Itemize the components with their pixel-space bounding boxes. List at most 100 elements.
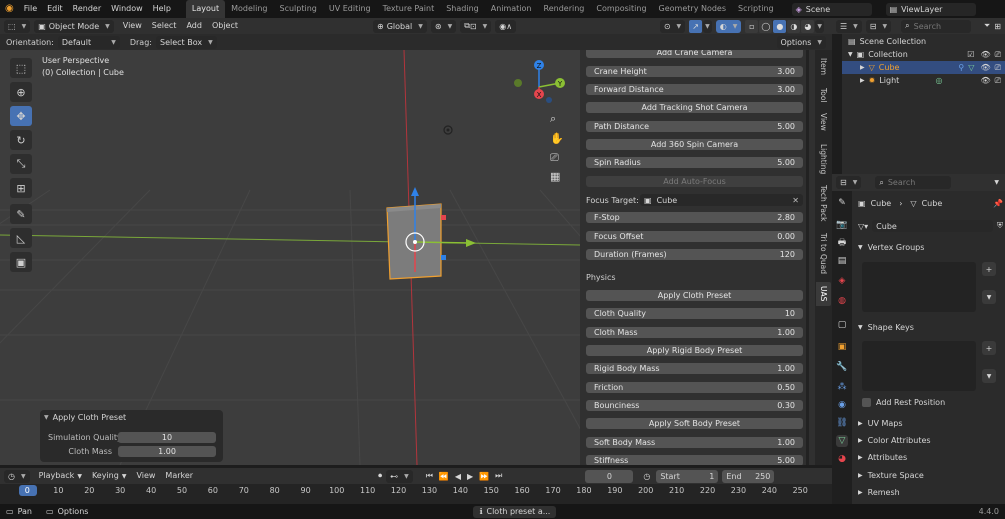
sidebar-tab-view[interactable]: View <box>816 110 831 134</box>
shading-material[interactable]: ◑ <box>787 19 801 33</box>
viewport-menu-select[interactable]: Select <box>147 17 182 35</box>
workspace-tab-shading[interactable]: Shading <box>440 0 485 18</box>
attributes-panel-header[interactable]: ▶ Attributes <box>858 450 1003 464</box>
add-tracking-shot-camera-button[interactable]: Add Tracking Shot Camera <box>586 102 803 113</box>
properties-editor-type[interactable]: ⊟ ▼ <box>836 176 862 189</box>
render-properties-icon[interactable]: 📷 <box>836 219 848 231</box>
gizmo-neg-y-axis[interactable] <box>514 79 522 87</box>
bounciness-field[interactable]: Bounciness 0.30 <box>586 400 803 411</box>
add-vertex-group-button[interactable]: + <box>982 262 996 276</box>
world-properties-icon[interactable]: ◍ <box>836 295 848 307</box>
gizmo-neg-z-axis[interactable] <box>546 97 552 103</box>
collection-visibility-icon[interactable]: 👁 <box>980 50 990 59</box>
keying-set-selector[interactable]: ⊷ ▼ <box>386 469 413 483</box>
scene-properties-icon[interactable]: ◈ <box>836 275 848 287</box>
vertex-groups-list[interactable] <box>862 262 976 312</box>
timeline-menu-keying[interactable]: Keying ▼ <box>87 467 132 486</box>
annotate-tool-icon[interactable]: ✎ <box>10 204 32 224</box>
constraints-properties-icon[interactable]: ⛓ <box>836 417 848 429</box>
timeline-menu-view[interactable]: View <box>131 467 160 485</box>
collection-render-icon[interactable]: ⎚ <box>995 50 1001 60</box>
light-object[interactable] <box>443 125 453 135</box>
texture-space-panel-header[interactable]: ▶ Texture Space <box>858 468 1003 482</box>
collection-properties-icon[interactable]: ▢ <box>836 319 848 331</box>
perspective-toggle-icon[interactable]: ▦ <box>550 170 560 183</box>
blender-logo-icon[interactable]: ◉ <box>0 0 19 18</box>
jump-keyframe-back-icon[interactable]: ⏪ <box>439 472 449 481</box>
new-collection-icon[interactable]: ⊞ <box>994 22 1001 31</box>
add-360-spin-camera-button[interactable]: Add 360 Spin Camera <box>586 139 803 150</box>
forward-distance-field[interactable]: Forward Distance 3.00 <box>586 84 803 95</box>
outliner-search[interactable]: ⌕ Search <box>901 19 972 33</box>
view-layer-selector[interactable]: ▤ ViewLayer <box>885 2 976 16</box>
options-dropdown[interactable]: Options ▼ <box>776 35 826 49</box>
collection-checkbox-icon[interactable]: ☑ <box>967 50 974 59</box>
cursor-tool-icon[interactable]: ⊕ <box>10 82 32 102</box>
mesh-datablock-selector[interactable]: ▽▾ <box>858 222 868 231</box>
workspace-tab-uv-editing[interactable]: UV Editing <box>323 0 377 18</box>
color-attributes-panel-header[interactable]: ▶ Color Attributes <box>858 433 1003 447</box>
add-cube-tool-icon[interactable]: ▣ <box>10 252 32 272</box>
vertex-groups-panel-header[interactable]: ▼ Vertex Groups <box>858 240 1003 254</box>
outliner-display-mode[interactable]: ⊟ ▼ <box>865 19 892 33</box>
menu-help[interactable]: Help <box>148 0 176 18</box>
filter-icon[interactable]: ⏷ <box>984 21 990 31</box>
workspace-tab-texture-paint[interactable]: Texture Paint <box>377 0 441 18</box>
shading-wireframe[interactable]: ◯ <box>759 19 773 33</box>
mesh-data-properties-icon[interactable]: ▽ <box>836 435 848 447</box>
focus-target-field[interactable]: ▣ Cube ✕ <box>640 194 803 206</box>
outliner-row-light[interactable]: ▶ ✹ Light ◎ 👁 ⎚ <box>842 74 1005 87</box>
cube-visibility-icon[interactable]: 👁 <box>980 63 990 72</box>
gizmo-dropdown[interactable]: ▼ <box>703 19 712 33</box>
shape-key-menu-button[interactable]: ▼ <box>982 369 996 383</box>
transform-orientation-selector[interactable]: ⊕ Global ▼ <box>373 19 427 33</box>
apply-soft-body-preset-button[interactable]: Apply Soft Body Preset <box>586 418 803 429</box>
status-report[interactable]: ℹ Cloth preset a... <box>473 505 557 518</box>
transform-tool-icon[interactable]: ⊞ <box>10 178 32 198</box>
mode-selector[interactable]: ▣ Object Mode ▼ <box>34 19 114 33</box>
outliner-row-collection[interactable]: ▼ ▣ Collection ☑ 👁 ⎚ <box>842 48 1005 61</box>
3d-viewport[interactable]: User Perspective (0) Collection | Cube ⬚… <box>0 50 580 465</box>
shape-keys-panel-header[interactable]: ▼ Shape Keys <box>858 320 1003 334</box>
npanel-scrollbar[interactable] <box>806 50 809 465</box>
view-layer-properties-icon[interactable]: ▤ <box>836 255 848 267</box>
op-cloth-mass-field[interactable]: 1.00 <box>118 445 216 457</box>
particles-properties-icon[interactable]: ⁂ <box>836 381 848 393</box>
play-reverse-icon[interactable]: ◀ <box>455 472 461 481</box>
gizmo-toggle[interactable]: ↗ <box>689 19 703 33</box>
workspace-tab-sculpting[interactable]: Sculpting <box>274 0 323 18</box>
scale-tool-icon[interactable]: ⤡ <box>10 154 32 174</box>
workspace-tab-animation[interactable]: Animation <box>485 0 538 18</box>
workspace-tab-rendering[interactable]: Rendering <box>538 0 591 18</box>
jump-keyframe-forward-icon[interactable]: ⏩ <box>479 472 489 481</box>
uv-maps-panel-header[interactable]: ▶ UV Maps <box>858 416 1003 430</box>
workspace-tab-layout[interactable]: Layout <box>185 0 226 18</box>
rigid-body-mass-field[interactable]: Rigid Body Mass 1.00 <box>586 363 803 374</box>
output-properties-icon[interactable]: 🖶 <box>836 237 848 249</box>
viewport-menu-view[interactable]: View <box>118 17 147 35</box>
spin-radius-field[interactable]: Spin Radius 5.00 <box>586 157 803 168</box>
properties-options-icon[interactable]: ▼ <box>994 179 999 186</box>
outliner-editor-type[interactable]: ☰ ▼ <box>836 19 862 33</box>
shading-rendered[interactable]: ◕ <box>801 19 815 33</box>
focus-offset-field[interactable]: Focus Offset 0.00 <box>586 231 803 242</box>
modifier-properties-icon[interactable]: 🔧 <box>836 361 848 373</box>
workspace-tab-compositing[interactable]: Compositing <box>590 0 652 18</box>
add-rest-position-checkbox[interactable]: Add Rest Position <box>862 395 1005 409</box>
viewport-menu-object[interactable]: Object <box>207 17 243 35</box>
pan-view-icon[interactable]: ✋ <box>550 132 564 145</box>
friction-field[interactable]: Friction 0.50 <box>586 382 803 393</box>
crane-height-field[interactable]: Crane Height 3.00 <box>586 66 803 77</box>
outliner-row-cube[interactable]: ▶ ▽ Cube ⚲ ▽ 👁 ⎚ <box>842 61 1005 74</box>
tool-properties-icon[interactable]: ✎ <box>836 197 848 209</box>
op-sim-quality-field[interactable]: 10 <box>118 431 216 443</box>
scene-selector[interactable]: ◈ Scene <box>791 2 872 16</box>
proportional-edit-toggle[interactable]: ◉ ∧ <box>495 19 517 33</box>
shape-keys-list[interactable] <box>862 341 976 391</box>
pin-icon[interactable]: 📌 <box>993 199 1003 208</box>
fake-user-shield-icon[interactable]: ⛨ <box>997 221 1003 231</box>
timeline-menu-playback[interactable]: Playback ▼ <box>34 467 87 486</box>
shading-options[interactable]: ▼ <box>815 19 824 33</box>
viewport-menu-add[interactable]: Add <box>181 17 207 35</box>
physics-properties-icon[interactable]: ◉ <box>836 399 848 411</box>
